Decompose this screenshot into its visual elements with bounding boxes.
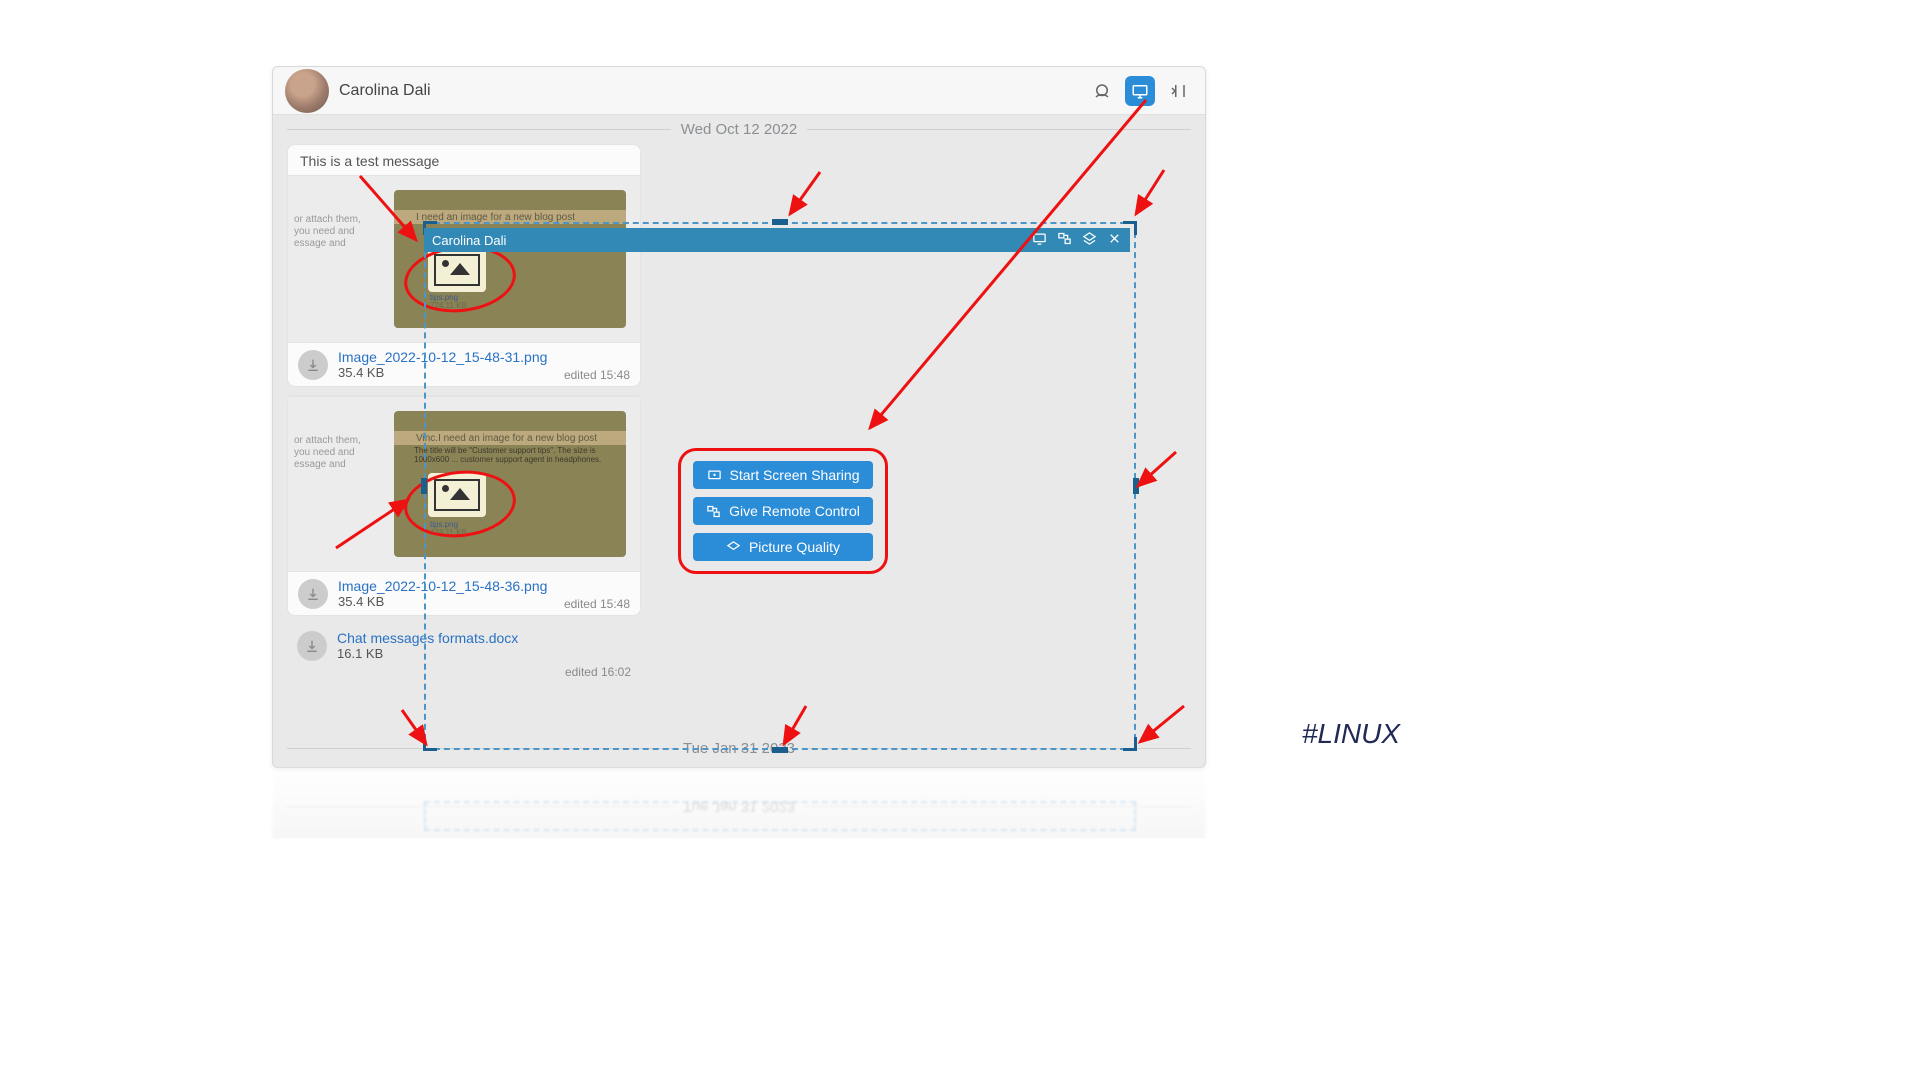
start-screen-sharing-button[interactable]: Start Screen Sharing bbox=[693, 461, 873, 489]
avatar[interactable] bbox=[285, 69, 329, 113]
monitor-icon[interactable] bbox=[1032, 231, 1047, 249]
date-text: Tue Jan 31 2023 bbox=[683, 740, 795, 757]
file-name[interactable]: Image_2022-10-12_15-48-31.png bbox=[338, 349, 547, 365]
file-attachment: Chat messages formats.docx 16.1 KB edite… bbox=[287, 624, 641, 677]
give-remote-control-button[interactable]: Give Remote Control bbox=[693, 497, 873, 525]
message-image-preview[interactable]: or attach them, you need and essage and … bbox=[288, 396, 640, 572]
picture-quality-button[interactable]: Picture Quality bbox=[693, 533, 873, 561]
download-icon[interactable] bbox=[298, 579, 328, 609]
contact-name: Carolina Dali bbox=[339, 82, 431, 100]
file-name[interactable]: Chat messages formats.docx bbox=[337, 630, 518, 646]
message-bubble: This is a test message or attach them, y… bbox=[287, 144, 641, 387]
download-icon[interactable] bbox=[298, 350, 328, 380]
screen-share-titlebar[interactable]: Carolina Dali bbox=[424, 228, 1130, 252]
edited-label: edited 16:02 bbox=[565, 665, 631, 679]
file-size: 35.4 KB bbox=[338, 594, 547, 609]
chat-window: Carolina Dali Wed Oct 12 2022 This is a … bbox=[272, 66, 1206, 768]
hashtag-label: #LINUX bbox=[1302, 718, 1400, 750]
edited-label: edited 15:48 bbox=[564, 597, 630, 611]
message-image-preview[interactable]: or attach them, you need and essage and … bbox=[288, 175, 640, 343]
file-size: 35.4 KB bbox=[338, 365, 547, 380]
date-separator: Wed Oct 12 2022 bbox=[273, 115, 1205, 144]
chat-history-icon[interactable] bbox=[1087, 76, 1117, 106]
message-text: This is a test message bbox=[288, 145, 640, 175]
inner-chat-line: I need an image for a new blog post bbox=[394, 210, 626, 224]
file-size: 16.1 KB bbox=[337, 646, 518, 661]
date-separator: Tue Jan 31 2023 bbox=[273, 734, 1205, 763]
download-icon[interactable] bbox=[297, 631, 327, 661]
panel-collapse-icon[interactable] bbox=[1163, 76, 1193, 106]
window-reflection: Tue Jan 31 2023 bbox=[272, 768, 1206, 838]
share-buttons-panel: Start Screen Sharing Give Remote Control… bbox=[678, 448, 888, 574]
edited-label: edited 15:48 bbox=[564, 368, 630, 382]
date-text: Wed Oct 12 2022 bbox=[681, 121, 797, 138]
file-name[interactable]: Image_2022-10-12_15-48-36.png bbox=[338, 578, 547, 594]
quality-icon[interactable] bbox=[1082, 231, 1097, 249]
close-icon[interactable] bbox=[1107, 231, 1122, 249]
share-title: Carolina Dali bbox=[432, 233, 506, 248]
chat-header: Carolina Dali bbox=[273, 67, 1205, 115]
clipped-text: or attach them, you need and essage and bbox=[288, 431, 370, 475]
remote-icon[interactable] bbox=[1057, 231, 1072, 249]
screen-share-icon[interactable] bbox=[1125, 76, 1155, 106]
clipped-text: or attach them, you need and essage and bbox=[288, 210, 370, 254]
inner-chat-line: Vinc. I need an image for a new blog pos… bbox=[394, 431, 626, 445]
inner-chat-line2: The title will be "Customer support tips… bbox=[414, 447, 616, 465]
message-bubble: or attach them, you need and essage and … bbox=[287, 395, 641, 616]
